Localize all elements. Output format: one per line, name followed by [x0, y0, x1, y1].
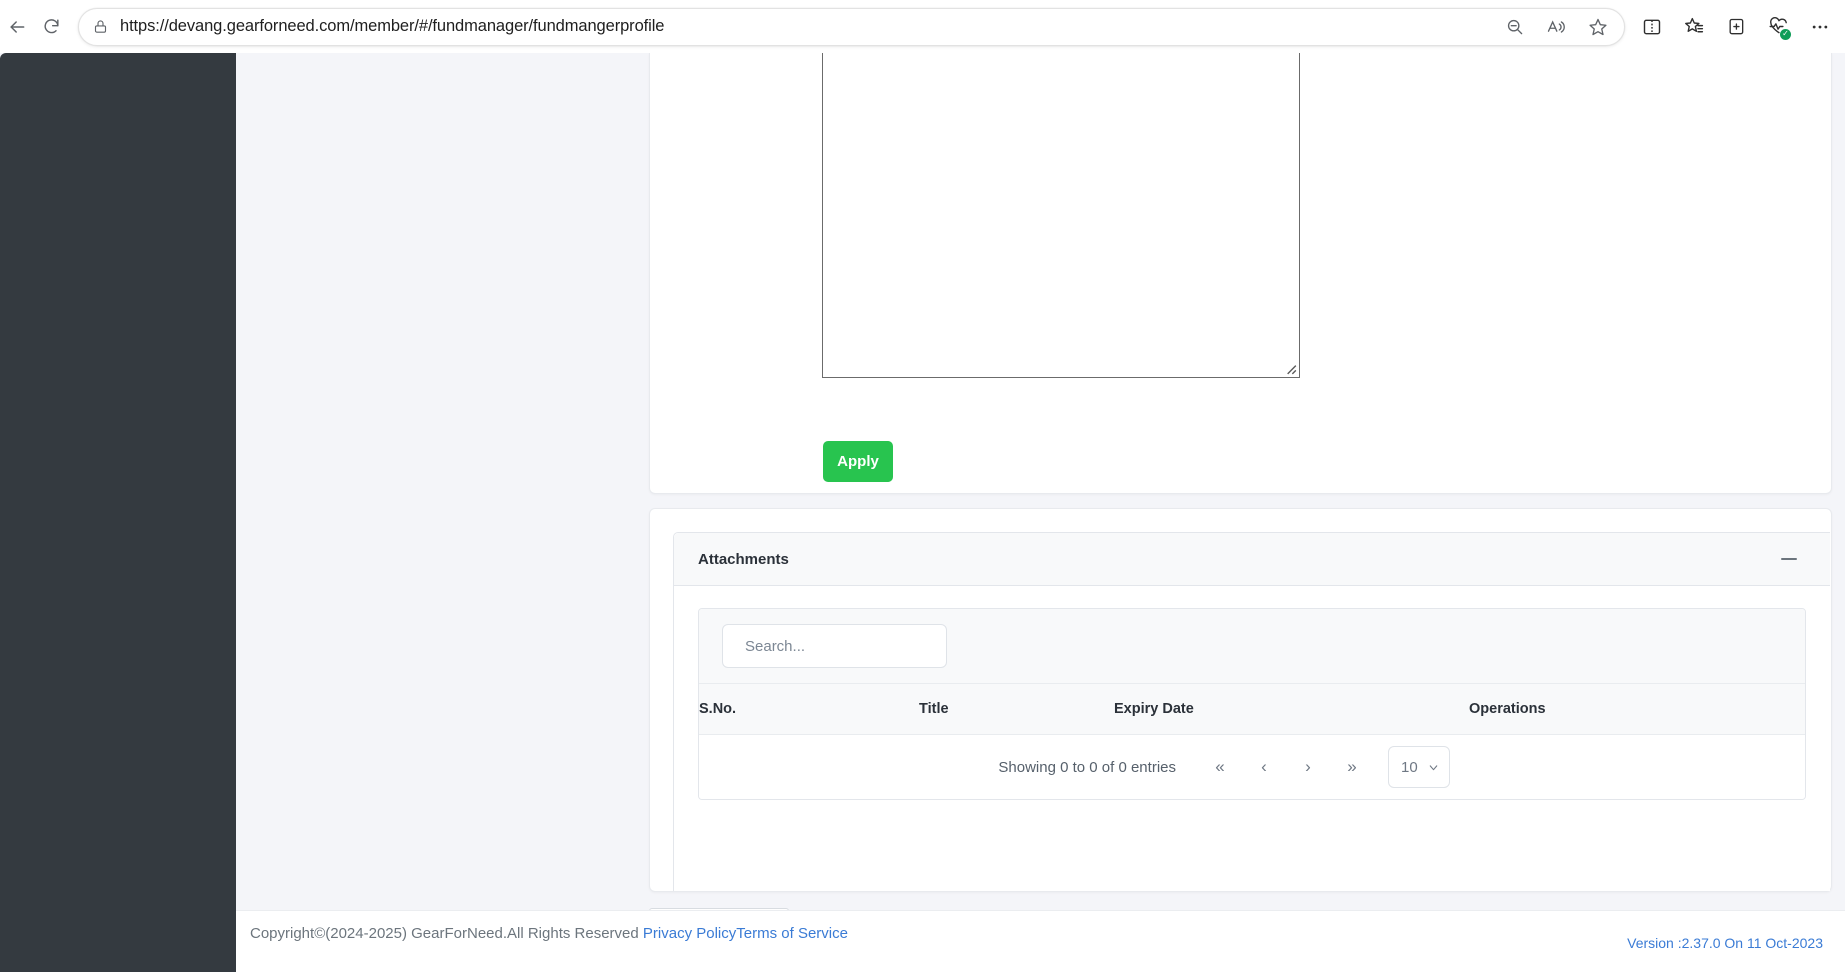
add-favorite-icon[interactable] — [1582, 11, 1614, 43]
star-icon — [1589, 18, 1607, 35]
ellipsis-icon — [1812, 25, 1828, 28]
terms-of-service-link[interactable]: Terms of Service — [736, 925, 848, 942]
column-header-expiry-date[interactable]: Expiry Date — [1114, 684, 1469, 735]
version-text: Version :2.37.0 On 11 Oct-2023 — [1627, 935, 1823, 951]
attachments-title: Attachments — [698, 550, 789, 568]
column-header-operations[interactable]: Operations — [1469, 684, 1805, 735]
site-info-lock-icon[interactable] — [93, 19, 108, 34]
read-aloud-icon[interactable] — [1540, 11, 1572, 43]
essentials-status-badge: ✓ — [1780, 28, 1791, 40]
speaker-letter-a-icon — [1547, 19, 1565, 33]
privacy-policy-link[interactable]: Privacy Policy — [643, 925, 736, 942]
pagination-first-button[interactable]: « — [1198, 750, 1242, 784]
pagination-last-button[interactable]: » — [1330, 750, 1374, 784]
page-size-value: 10 — [1401, 758, 1418, 776]
magnifier-minus-icon — [1507, 19, 1522, 35]
search-box[interactable] — [722, 624, 947, 668]
settings-and-more-icon[interactable] — [1803, 10, 1837, 44]
table-head: S.No. Title Expiry Date Operations — [699, 684, 1805, 735]
page-size-select[interactable]: 10 — [1388, 746, 1450, 788]
pagination-next-button[interactable]: › — [1286, 750, 1330, 784]
url-text: https://devang.gearforneed.com/member/#/… — [120, 17, 665, 35]
browser-essentials-icon[interactable]: ✓ — [1761, 10, 1795, 44]
add-to-collection-icon — [1729, 18, 1744, 34]
apply-button[interactable]: Apply — [823, 441, 893, 482]
page-footer: Copyright©(2024-2025) GearForNeed.All Ri… — [236, 910, 1845, 972]
reload-button[interactable] — [34, 10, 68, 44]
search-input[interactable] — [745, 637, 944, 655]
star-list-icon — [1684, 17, 1703, 33]
back-button[interactable] — [0, 10, 34, 44]
main-content: Apply Attachments Search... S.No. Title … — [236, 53, 1845, 972]
attachments-table: S.No. Title Expiry Date Operations — [699, 684, 1805, 735]
table-header-row: S.No. Title Expiry Date Operations — [699, 684, 1805, 735]
sidebar — [0, 53, 236, 972]
column-header-title[interactable]: Title — [919, 684, 1114, 735]
browser-toolbar: https://devang.gearforneed.com/member/#/… — [0, 0, 1845, 53]
page-viewport: Apply Attachments Search... S.No. Title … — [0, 53, 1845, 972]
attachments-panel-header: Attachments — [674, 533, 1830, 586]
chevron-down-icon — [1429, 764, 1438, 770]
split-screen-icon[interactable] — [1635, 10, 1669, 44]
address-bar[interactable]: https://devang.gearforneed.com/member/#/… — [78, 7, 1625, 46]
application-form-card: Apply — [649, 53, 1832, 494]
zoom-out-icon[interactable] — [1498, 11, 1530, 43]
refresh-icon — [44, 19, 59, 34]
attachments-card: Attachments Search... S.No. Title Expiry… — [649, 508, 1832, 892]
pagination-row: Showing 0 to 0 of 0 entries « ‹ › » 10 — [699, 735, 1805, 799]
showing-entries-text: Showing 0 to 0 of 0 entries — [998, 758, 1176, 776]
copyright-text: Copyright©(2024-2025) GearForNeed.All Ri… — [250, 925, 848, 942]
attachments-panel: Attachments Search... S.No. Title Expiry… — [673, 532, 1830, 891]
browser-toolbar-right: ✓ — [1635, 10, 1845, 44]
attachments-body: S.No. Title Expiry Date Operations Showi… — [674, 586, 1830, 800]
arrow-left-icon — [10, 20, 25, 33]
copyright-label: Copyright©(2024-2025) GearForNeed.All Ri… — [250, 925, 643, 942]
omnibox-actions — [1498, 11, 1618, 43]
table-search-row — [699, 609, 1805, 684]
lock-icon — [94, 20, 107, 33]
collections-icon[interactable] — [1719, 10, 1753, 44]
column-header-sno[interactable]: S.No. — [699, 684, 919, 735]
description-textarea[interactable] — [822, 53, 1300, 378]
attachments-table-wrapper: S.No. Title Expiry Date Operations Showi… — [698, 608, 1806, 800]
pagination-prev-button[interactable]: ‹ — [1242, 750, 1286, 784]
favorites-icon[interactable] — [1677, 10, 1711, 44]
split-pane-icon — [1643, 19, 1661, 34]
minus-icon — [1781, 557, 1797, 561]
collapse-panel-icon[interactable] — [1776, 546, 1802, 572]
